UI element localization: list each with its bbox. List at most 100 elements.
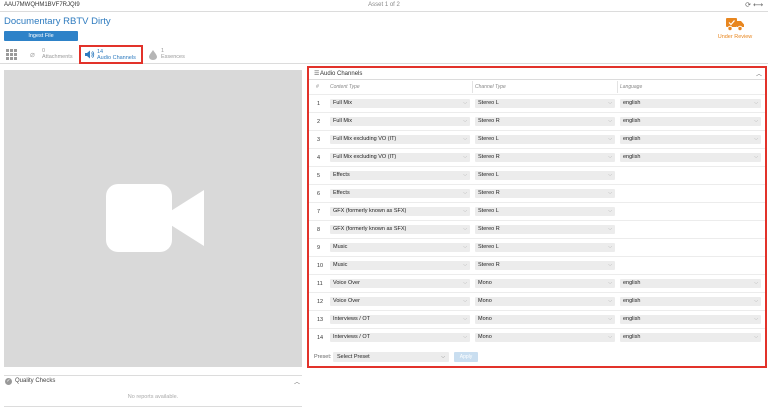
audio-channels-panel: ☰ Audio Channels ︿ # Content Type Channe… <box>307 66 767 368</box>
channel-type-select[interactable]: Mono ⌵ <box>475 296 615 306</box>
tab-label: Audio Channels <box>97 55 136 61</box>
table-row: 8 GFX (formerly known as SFX) ⌵ Stereo R ⌵ <box>309 220 765 238</box>
content-type-select-value: Music <box>333 261 348 268</box>
table-row: 3 Full Mix excluding VO (IT) ⌵ Stereo L ⌵ eng… <box>309 130 765 148</box>
chevron-up-icon[interactable]: ︿ <box>294 377 300 386</box>
language-select[interactable]: english ⌵ <box>620 332 761 342</box>
channel-type-select[interactable]: Stereo R ⌵ <box>475 152 615 162</box>
chevron-down-icon: ⌵ <box>754 315 758 322</box>
content-type-select[interactable]: Interviews / OT ⌵ <box>330 314 470 324</box>
chevron-up-icon[interactable]: ︿ <box>756 69 762 78</box>
channel-type-select[interactable]: Stereo L ⌵ <box>475 134 615 144</box>
refresh-icon[interactable]: ⟳ <box>745 2 751 9</box>
under-review-status[interactable]: Under Review <box>714 17 756 40</box>
chevron-down-icon: ⌵ <box>463 171 467 178</box>
channel-type-select[interactable]: Stereo R ⌵ <box>475 188 615 198</box>
content-type-select[interactable]: Full Mix ⌵ <box>330 98 470 108</box>
chevron-down-icon: ⌵ <box>754 297 758 304</box>
check-circle-icon: ✓ <box>5 378 12 385</box>
language-select-value: english <box>623 99 641 106</box>
chevron-down-icon: ⌵ <box>463 297 467 304</box>
chevron-down-icon: ⌵ <box>608 117 612 124</box>
chevron-down-icon: ⌵ <box>608 153 612 160</box>
table-row: 5 Effects ⌵ Stereo L ⌵ <box>309 166 765 184</box>
language-select[interactable]: english ⌵ <box>620 152 761 162</box>
channel-type-select[interactable]: Stereo R ⌵ <box>475 224 615 234</box>
channel-type-select[interactable]: Stereo L ⌵ <box>475 170 615 180</box>
channel-number: 6 <box>317 190 321 197</box>
language-select[interactable]: english ⌵ <box>620 134 761 144</box>
chevron-down-icon: ⌵ <box>608 99 612 106</box>
language-select[interactable]: english ⌵ <box>620 98 761 108</box>
chevron-down-icon: ⌵ <box>754 99 758 106</box>
tab-essences[interactable]: 1 Essences <box>149 48 195 63</box>
channel-type-select[interactable]: Mono ⌵ <box>475 314 615 324</box>
col-header-language: Language <box>620 84 643 90</box>
content-type-select-value: Full Mix excluding VO (IT) <box>333 153 397 160</box>
channel-number: 14 <box>317 334 324 341</box>
content-type-select[interactable]: Full Mix ⌵ <box>330 116 470 126</box>
chevron-down-icon: ⌵ <box>463 117 467 124</box>
table-row: 1 Full Mix ⌵ Stereo L ⌵ english ⌵ <box>309 94 765 112</box>
chevron-down-icon: ⌵ <box>463 261 467 268</box>
content-type-select-value: Voice Over <box>333 297 360 304</box>
chevron-down-icon: ⌵ <box>608 297 612 304</box>
table-row: 11 Voice Over ⌵ Mono ⌵ english ⌵ <box>309 274 765 292</box>
language-select[interactable]: english ⌵ <box>620 314 761 324</box>
tab-attachments[interactable]: ⌀ 0 Attachments <box>30 48 76 63</box>
channel-type-select[interactable]: Stereo R ⌵ <box>475 260 615 270</box>
channel-type-select[interactable]: Stereo R ⌵ <box>475 116 615 126</box>
content-type-select[interactable]: Interviews / OT ⌵ <box>330 332 470 342</box>
language-select[interactable]: english ⌵ <box>620 116 761 126</box>
grid-view-icon[interactable] <box>6 49 17 60</box>
content-type-select[interactable]: Effects ⌵ <box>330 170 470 180</box>
channel-type-select[interactable]: Mono ⌵ <box>475 332 615 342</box>
channel-number: 13 <box>317 316 324 323</box>
chevron-down-icon: ⌵ <box>754 153 758 160</box>
language-select-value: english <box>623 135 641 142</box>
channel-type-select-value: Stereo L <box>478 99 499 106</box>
video-player[interactable] <box>4 70 302 367</box>
content-type-select[interactable]: Voice Over ⌵ <box>330 278 470 288</box>
content-type-select[interactable]: Music ⌵ <box>330 242 470 252</box>
col-header-num: # <box>316 84 319 90</box>
language-select-value: english <box>623 333 641 340</box>
channel-type-select[interactable]: Stereo L ⌵ <box>475 98 615 108</box>
chevron-down-icon: ⌵ <box>441 354 445 360</box>
channel-type-select[interactable]: Mono ⌵ <box>475 278 615 288</box>
channel-number: 1 <box>317 100 321 107</box>
channel-type-select[interactable]: Stereo L ⌵ <box>475 242 615 252</box>
content-type-select-value: Full Mix excluding VO (IT) <box>333 135 397 142</box>
ingest-file-button[interactable]: Ingest File <box>4 31 78 41</box>
chevron-down-icon: ⌵ <box>463 153 467 160</box>
channel-number: 5 <box>317 172 321 179</box>
content-type-select-value: GFX (formerly known as SFX) <box>333 207 407 214</box>
content-type-select[interactable]: Music ⌵ <box>330 260 470 270</box>
chevron-down-icon: ⌵ <box>608 279 612 286</box>
channel-type-select-value: Stereo L <box>478 207 499 214</box>
chevron-down-icon: ⌵ <box>608 135 612 142</box>
apply-button[interactable]: Apply <box>454 352 478 362</box>
language-select[interactable]: english ⌵ <box>620 296 761 306</box>
content-type-select-value: Effects <box>333 171 350 178</box>
channel-type-select-value: Stereo R <box>478 153 500 160</box>
content-type-select[interactable]: Effects ⌵ <box>330 188 470 198</box>
channel-number: 12 <box>317 298 324 305</box>
content-type-select[interactable]: Voice Over ⌵ <box>330 296 470 306</box>
content-type-select[interactable]: Full Mix excluding VO (IT) ⌵ <box>330 152 470 162</box>
content-type-select[interactable]: Full Mix excluding VO (IT) ⌵ <box>330 134 470 144</box>
chevron-down-icon: ⌵ <box>608 243 612 250</box>
language-select-value: english <box>623 297 641 304</box>
channel-type-select[interactable]: Stereo L ⌵ <box>475 206 615 216</box>
table-row: 6 Effects ⌵ Stereo R ⌵ <box>309 184 765 202</box>
content-type-select[interactable]: GFX (formerly known as SFX) ⌵ <box>330 206 470 216</box>
chevron-down-icon: ⌵ <box>608 171 612 178</box>
table-row: 13 Interviews / OT ⌵ Mono ⌵ english ⌵ <box>309 310 765 328</box>
language-select[interactable]: english ⌵ <box>620 278 761 288</box>
table-row: 10 Music ⌵ Stereo R ⌵ <box>309 256 765 274</box>
expand-icon[interactable]: ⟷ <box>753 2 763 9</box>
tab-audio-channels[interactable]: 14 Audio Channels <box>79 45 143 64</box>
table-row: 2 Full Mix ⌵ Stereo R ⌵ english ⌵ <box>309 112 765 130</box>
preset-select[interactable]: Select Preset ⌵ <box>333 352 449 362</box>
content-type-select[interactable]: GFX (formerly known as SFX) ⌵ <box>330 224 470 234</box>
